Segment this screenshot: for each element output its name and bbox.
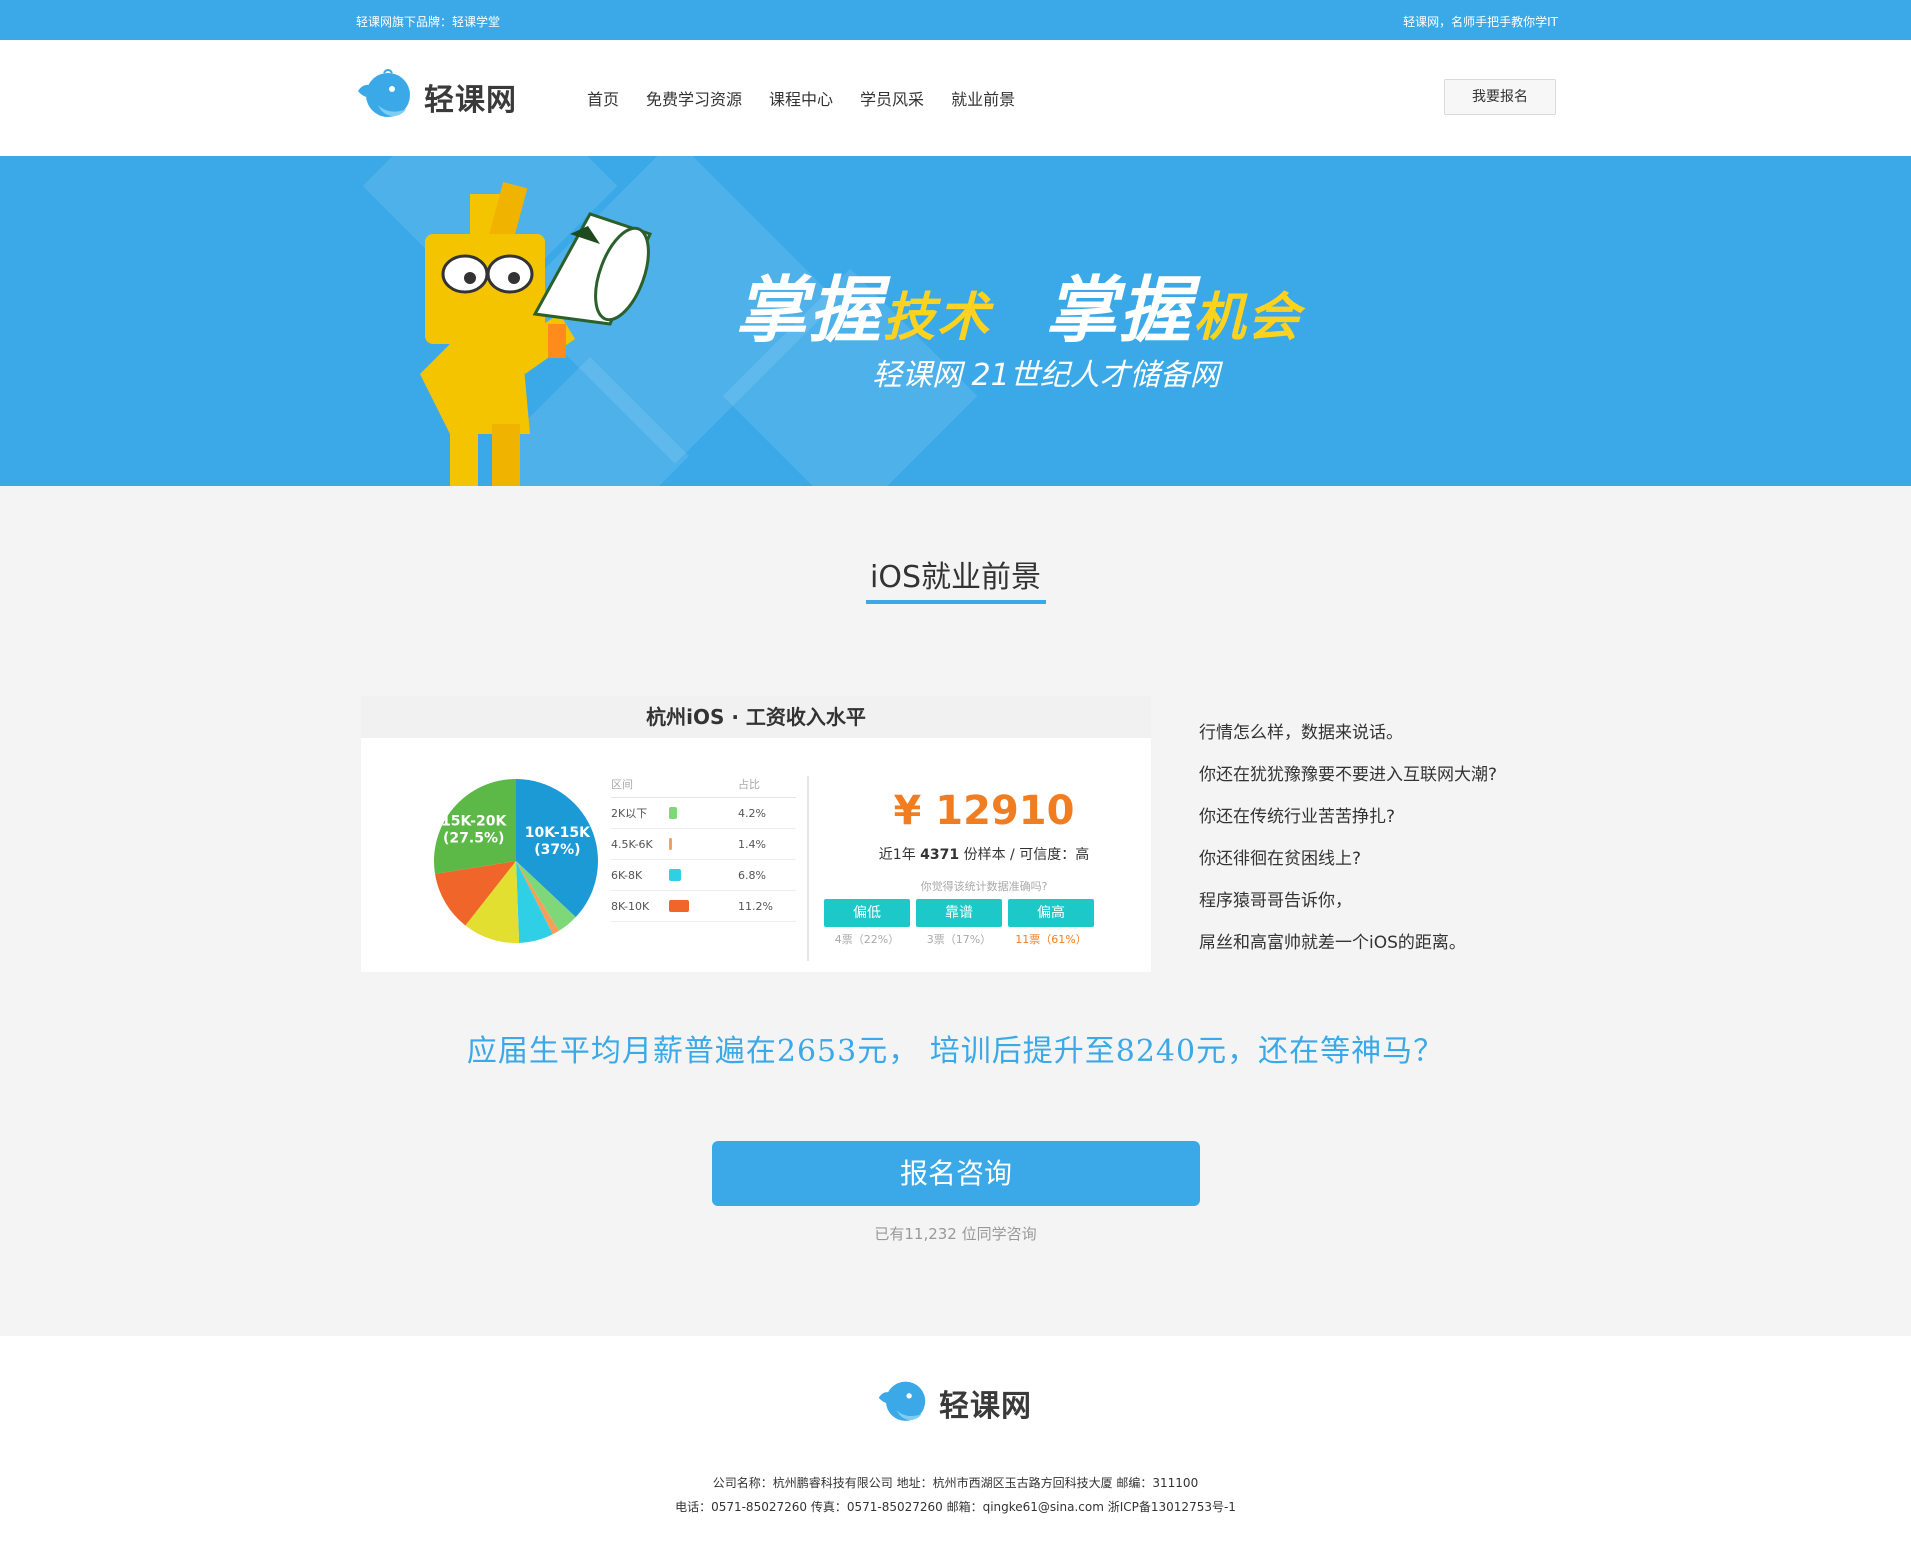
vote-low: 偏低 4票（22%）: [824, 899, 910, 947]
section-title: iOS就业前景: [870, 560, 1041, 595]
legend-pct: 1.4%: [738, 837, 766, 851]
salary-card: 杭州iOS · 工资收入水平 10K-15K (37%) 15K-20K (27.5%…: [361, 696, 1151, 972]
top-bar: 轻课网旗下品牌：轻课学堂 轻课网，名师手把手教你学IT: [0, 0, 1911, 40]
legend-pct: 11.2%: [738, 899, 773, 913]
nav-courses[interactable]: 课程中心: [769, 86, 833, 110]
legend-range: 8K-10K: [611, 899, 650, 913]
legend-bar: [669, 807, 677, 819]
whale-logo-icon: [878, 1381, 926, 1421]
logo-text: 轻课网: [424, 83, 517, 118]
banner-title-4: 机会: [1193, 288, 1302, 348]
legend-pct: 6.8%: [738, 868, 766, 882]
footer-info: 公司名称：杭州鹏睿科技有限公司 地址：杭州市西湖区玉古路方回科技大厦 邮编：31…: [0, 1471, 1911, 1519]
legend-range: 6K-8K: [611, 868, 643, 882]
banner-title-2: 技术: [883, 288, 992, 348]
topbar-slogan: 轻课网，名师手把手教你学IT: [1403, 15, 1558, 29]
pie-label: (27.5%): [443, 831, 504, 847]
consult-button[interactable]: 报名咨询: [712, 1141, 1200, 1206]
footer-logo[interactable]: 轻课网: [877, 1378, 1032, 1428]
vote-reliable: 靠谱 3票（17%）: [916, 899, 1002, 947]
legend-range: 2K以下: [611, 807, 648, 820]
header: 轻课网 首页 免费学习资源 课程中心 学员风采 就业前景 我要报名: [0, 40, 1911, 156]
side-text: 行情怎么样，数据来说话。 你还在犹犹豫豫要不要进入互联网大潮? 你还在传统行业苦…: [1199, 712, 1497, 964]
legend-bar: [669, 869, 682, 881]
side-line: 你还在犹犹豫豫要不要进入互联网大潮?: [1199, 765, 1498, 785]
banner-subtitle: 轻课网 21世纪人才储备网: [872, 358, 1220, 393]
side-line: 你还在传统行业苦苦挣扎?: [1199, 807, 1396, 827]
banner-title-1: 掌握: [735, 268, 884, 352]
salary-legend: 区间 占比 2K以下 4.2% 4.5K-6K 1.4% 6K-8K 6.8% 8K-10K 1…: [611, 776, 796, 922]
section-title-underline: [866, 600, 1046, 604]
nav-home[interactable]: 首页: [587, 86, 619, 110]
salary-slogan: 应届生平均月薪普遍在2653元， 培训后提升至8240元，还在等神马？: [466, 1034, 1445, 1069]
nav-employment[interactable]: 就业前景: [951, 86, 1015, 110]
vote-high-count: 11票（61%）: [1015, 933, 1087, 946]
sample-suffix: 份样本 / 可信度：高: [963, 847, 1090, 863]
sample-prefix: 近1年: [878, 847, 916, 863]
legend-header-pct: 占比: [738, 778, 760, 791]
side-line: 行情怎么样，数据来说话。: [1199, 723, 1403, 743]
pie-label: 15K-20K: [441, 814, 507, 830]
hero-banner: 掌握技术 掌握机会 轻课网 21世纪人才储备网: [0, 156, 1911, 486]
consult-count: 已有11,232 位同学咨询: [874, 1225, 1037, 1243]
banner-title: 掌握技术 掌握机会: [735, 251, 1301, 356]
salary-pie-chart: 10K-15K(37%) 15K-20K(27.5%): [434, 779, 598, 943]
average-salary: ¥ 12910: [893, 788, 1075, 834]
employment-section: iOS就业前景 杭州iOS · 工资收入水平 10K-15K (37%) 15K-2…: [0, 486, 1911, 1336]
footer: 轻课网 公司名称：杭州鹏睿科技有限公司 地址：杭州市西湖区玉古路方回科技大厦 邮…: [0, 1336, 1911, 1555]
vote-low-button[interactable]: 偏低: [824, 899, 910, 927]
legend-row: 2K以下 4.2%: [611, 798, 796, 829]
vote-group: 偏低 4票（22%） 靠谱 3票（17%） 偏高 11票（61%）: [824, 899, 1100, 947]
megaphone-mascot-icon: [420, 181, 653, 486]
footer-contact-line: 电话：0571-85027260 传真：0571-85027260 邮箱：qin…: [675, 1500, 1236, 1514]
pie-label: (37%): [534, 842, 580, 858]
side-line: 屌丝和高富帅就差一个iOS的距离。: [1199, 933, 1466, 953]
sample-info: 近1年 4371 份样本 / 可信度：高: [841, 844, 1127, 864]
whale-logo-icon: [358, 69, 410, 117]
legend-header-range: 区间: [611, 778, 633, 791]
vote-reliable-button[interactable]: 靠谱: [916, 899, 1002, 927]
vote-high-button[interactable]: 偏高: [1008, 899, 1094, 927]
vote-reliable-count: 3票（17%）: [926, 933, 992, 946]
main-nav: 首页 免费学习资源 课程中心 学员风采 就业前景: [587, 86, 1042, 110]
nav-free-resources[interactable]: 免费学习资源: [646, 86, 742, 110]
site-logo[interactable]: 轻课网: [356, 68, 517, 126]
divider: [807, 776, 809, 961]
legend-row: 4.5K-6K 1.4%: [611, 829, 796, 860]
sample-count: 4371: [920, 847, 960, 863]
legend-bar: [669, 900, 690, 912]
accuracy-question: 你觉得该统计数据准确吗?: [920, 880, 1048, 893]
side-line: 你还徘徊在贫困线上?: [1199, 849, 1362, 869]
footer-logo-text: 轻课网: [939, 1389, 1032, 1424]
legend-pct: 4.2%: [738, 806, 766, 820]
footer-company-line: 公司名称：杭州鹏睿科技有限公司 地址：杭州市西湖区玉古路方回科技大厦 邮编：31…: [712, 1476, 1199, 1490]
banner-title-3: 掌握: [1045, 268, 1194, 352]
salary-card-title: 杭州iOS · 工资收入水平: [361, 696, 1151, 738]
legend-bar: [669, 838, 672, 850]
legend-row: 6K-8K 6.8%: [611, 860, 796, 891]
pie-label: 10K-15K: [525, 825, 591, 841]
nav-students[interactable]: 学员风采: [860, 86, 924, 110]
vote-high: 偏高 11票（61%）: [1008, 899, 1094, 947]
legend-row: 8K-10K 11.2%: [611, 891, 796, 922]
legend-range: 4.5K-6K: [611, 837, 653, 851]
vote-low-count: 4票（22%）: [834, 933, 900, 946]
brand-line: 轻课网旗下品牌：轻课学堂: [356, 15, 501, 29]
signup-button[interactable]: 我要报名: [1444, 79, 1556, 115]
side-line: 程序猿哥哥告诉你，: [1199, 891, 1352, 911]
